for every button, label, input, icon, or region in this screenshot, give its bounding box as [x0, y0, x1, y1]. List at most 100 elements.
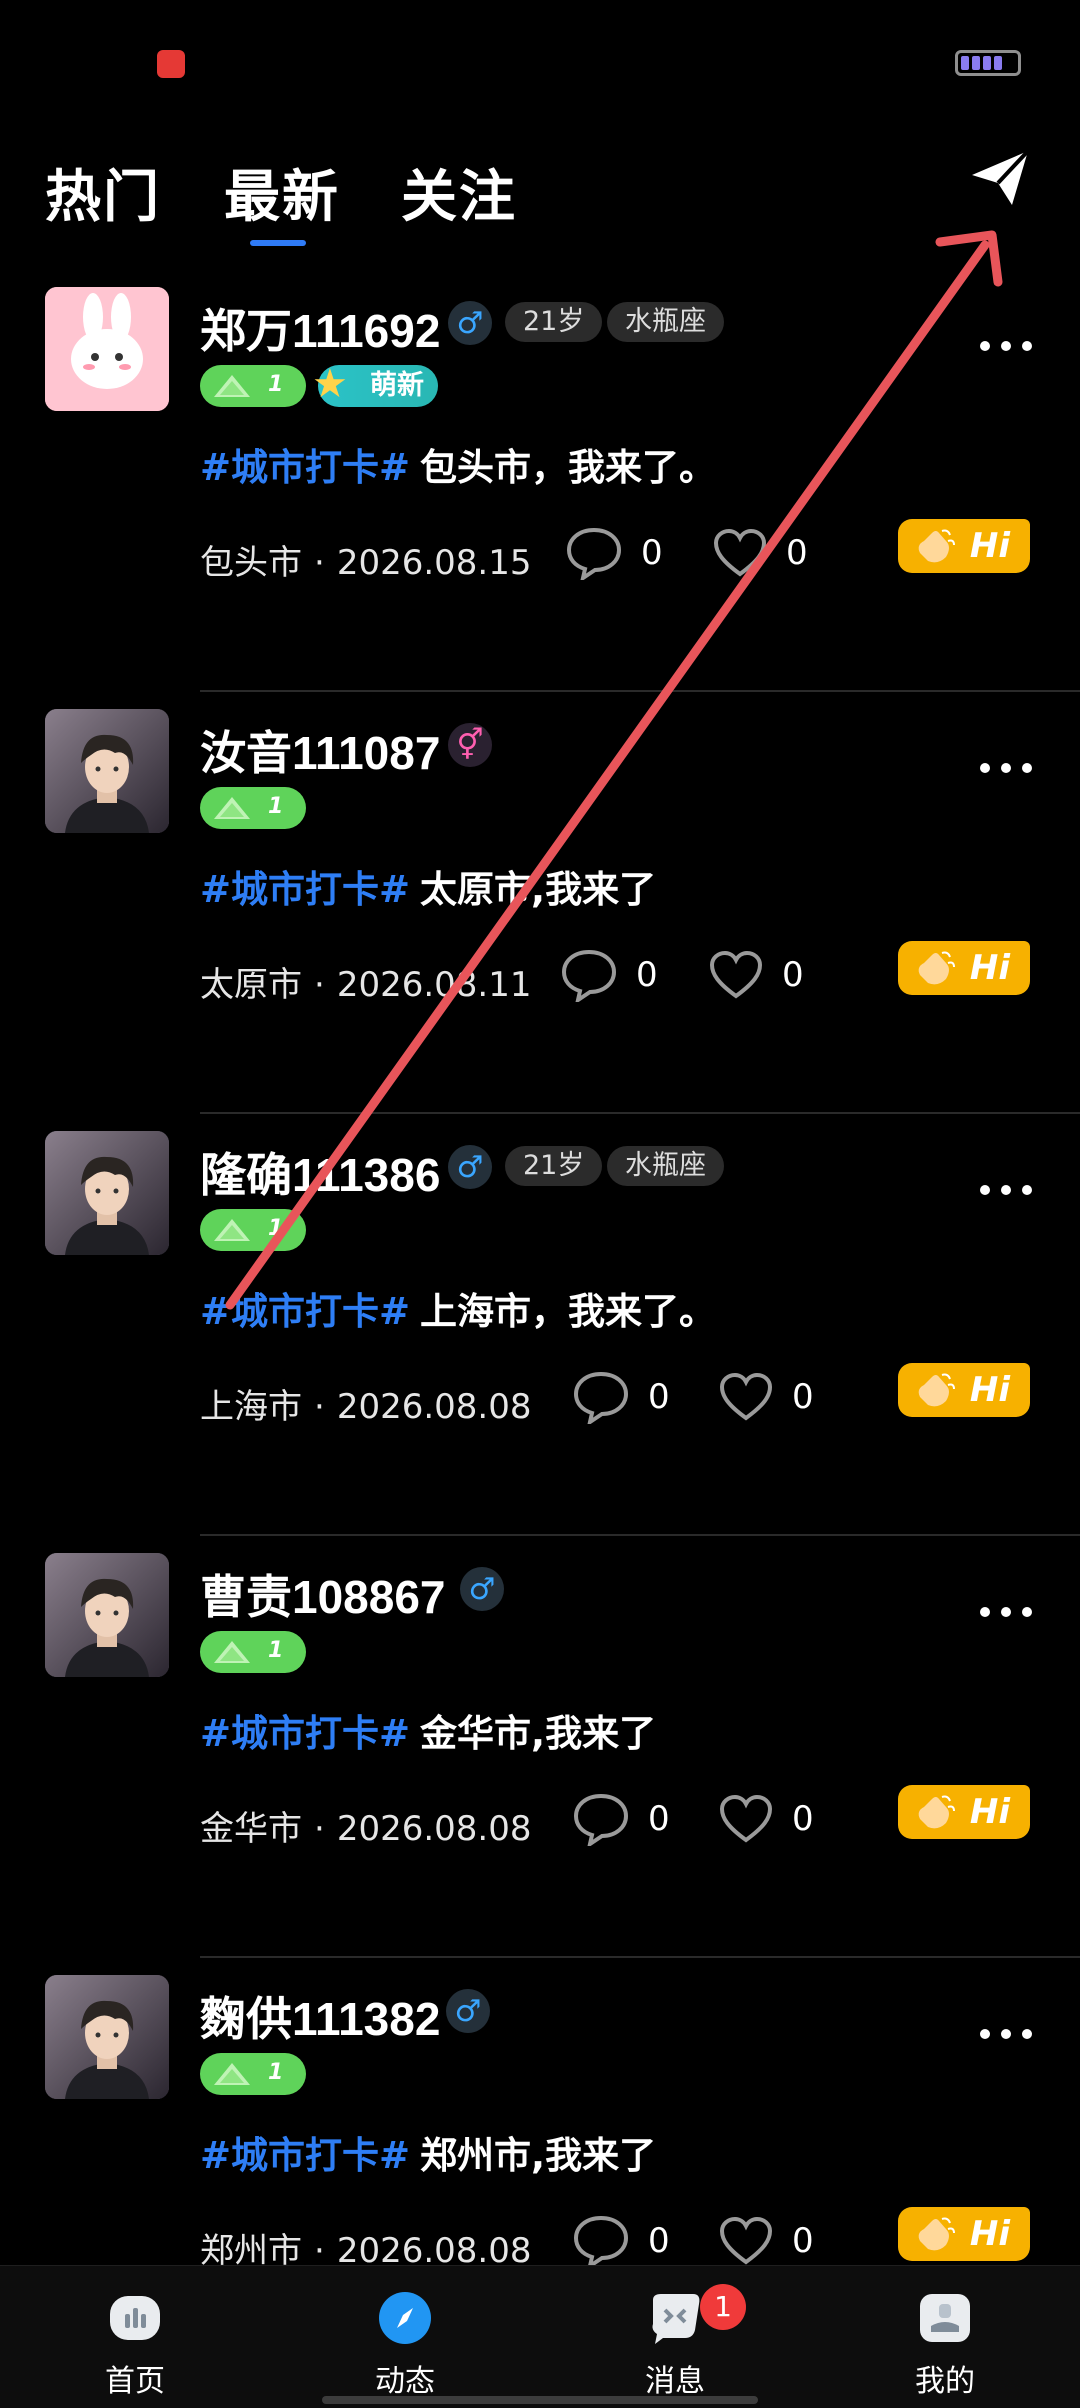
heart-icon — [719, 1372, 773, 1421]
male-gender-icon: ♂ — [460, 1567, 504, 1611]
post-city: 上海市 — [200, 1387, 302, 1427]
hashtag-link[interactable]: #城市打卡# — [200, 1712, 410, 1755]
say-hi-button[interactable]: Hi — [898, 2207, 1030, 2261]
heart-icon — [713, 528, 767, 577]
say-hi-button[interactable]: Hi — [898, 941, 1030, 995]
heart-icon — [719, 2216, 773, 2265]
compass-icon — [379, 2292, 431, 2344]
post-content[interactable]: #城市打卡# 太原市,我来了 — [200, 859, 656, 913]
avatar[interactable] — [45, 287, 169, 411]
nav-home[interactable]: 首页 — [0, 2266, 270, 2408]
like-button[interactable]: 0 — [718, 2211, 814, 2271]
more-options-icon[interactable] — [980, 1179, 1032, 1201]
like-button[interactable]: 0 — [718, 1789, 814, 1849]
notification-app-icon — [157, 50, 185, 78]
nav-messages[interactable]: 1 消息 — [540, 2266, 810, 2408]
waving-hand-icon — [918, 529, 955, 563]
zodiac-chip: 水瓶座 — [607, 302, 724, 342]
post-item[interactable]: 隆确111386 ♂ 21岁 水瓶座 1 #城市打卡# 上海市，我来了。 上海市 · 2026.0… — [0, 1131, 1080, 1553]
battery-icon — [955, 50, 1021, 76]
comment-icon — [573, 1793, 629, 1846]
more-options-icon[interactable] — [980, 1601, 1032, 1623]
level-badge: 1 — [200, 787, 306, 829]
meta-separator: · — [314, 1387, 325, 1427]
hashtag-link[interactable]: #城市打卡# — [200, 868, 410, 911]
like-button[interactable]: 0 — [718, 1367, 814, 1427]
more-options-icon[interactable] — [980, 757, 1032, 779]
post-text: 太原市,我来了 — [420, 868, 657, 911]
comment-count: 0 — [636, 955, 658, 995]
username[interactable]: 麴供111382 — [200, 1983, 440, 2049]
meta-separator: · — [314, 1809, 325, 1849]
hashtag-link[interactable]: #城市打卡# — [200, 446, 410, 489]
more-options-icon[interactable] — [980, 335, 1032, 357]
tab-latest[interactable]: 最新 — [224, 152, 340, 233]
comment-button[interactable]: 0 — [560, 945, 658, 1005]
post-meta: 太原市 · 2026.08.11 — [200, 957, 531, 1006]
post-text: 上海市，我来了。 — [420, 1290, 717, 1333]
hi-label: Hi — [969, 2214, 1010, 2254]
post-content[interactable]: #城市打卡# 包头市，我来了。 — [200, 437, 716, 491]
tab-following[interactable]: 关注 — [401, 152, 517, 233]
nav-profile-label: 我的 — [915, 2364, 975, 2399]
level-badge: 1 — [200, 2053, 306, 2095]
comment-button[interactable]: 0 — [572, 1789, 670, 1849]
comment-icon — [573, 1371, 629, 1424]
post-date: 2026.08.11 — [336, 965, 532, 1005]
username[interactable]: 隆确111386 — [200, 1139, 440, 1205]
nav-profile[interactable]: 我的 — [810, 2266, 1080, 2408]
nav-moments[interactable]: 动态 — [270, 2266, 540, 2408]
username[interactable]: 郑万111692 — [200, 295, 440, 361]
home-indicator — [322, 2396, 758, 2404]
comment-button[interactable]: 0 — [572, 2211, 670, 2271]
say-hi-button[interactable]: Hi — [898, 1363, 1030, 1417]
like-count: 0 — [792, 1799, 814, 1839]
bottom-navigation: 首页 动态 1 消息 我的 — [0, 2265, 1080, 2408]
waving-hand-icon — [918, 951, 955, 985]
comment-button[interactable]: 0 — [565, 523, 663, 583]
age-chip: 21岁 — [505, 302, 603, 342]
comment-icon — [566, 527, 622, 580]
comment-button[interactable]: 0 — [572, 1367, 670, 1427]
level-number: 1 — [268, 1638, 284, 1663]
more-options-icon[interactable] — [980, 2023, 1032, 2045]
username[interactable]: 汝音111087 — [200, 717, 440, 783]
like-count: 0 — [786, 533, 808, 573]
tab-hot[interactable]: 热门 — [45, 152, 161, 233]
level-triangle-icon — [214, 2063, 250, 2085]
post-text: 包头市，我来了。 — [420, 446, 717, 489]
post-content[interactable]: #城市打卡# 金华市,我来了 — [200, 1703, 656, 1757]
profile-icon — [920, 2294, 970, 2342]
post-divider — [200, 690, 1080, 692]
say-hi-button[interactable]: Hi — [898, 519, 1030, 573]
nav-home-label: 首页 — [105, 2364, 165, 2399]
hashtag-link[interactable]: #城市打卡# — [200, 1290, 410, 1333]
avatar[interactable] — [45, 709, 169, 833]
post-meta: 包头市 · 2026.08.15 — [200, 535, 531, 584]
post-item[interactable]: 郑万111692 ♂ 21岁 水瓶座 1 ★ 萌新 #城市打卡# 包头市，我来了。 包头市 · 202… — [0, 287, 1080, 709]
comment-count: 0 — [641, 533, 663, 573]
post-content[interactable]: #城市打卡# 上海市，我来了。 — [200, 1281, 716, 1335]
avatar[interactable] — [45, 1131, 169, 1255]
hi-label: Hi — [969, 526, 1010, 566]
comment-icon — [573, 2215, 629, 2268]
level-triangle-icon — [214, 375, 250, 397]
post-item[interactable]: 汝音111087 ⚥ 1 #城市打卡# 太原市,我来了 太原市 · 2026.08.11 0 0 H… — [0, 709, 1080, 1131]
star-icon: ★ — [312, 361, 348, 407]
post-city: 包头市 — [200, 543, 302, 583]
like-button[interactable]: 0 — [708, 945, 804, 1005]
messages-unread-badge: 1 — [700, 2284, 746, 2330]
post-item[interactable]: 曹责108867 ♂ 1 #城市打卡# 金华市,我来了 金华市 · 2026.08.08 0 0 H… — [0, 1553, 1080, 1975]
level-badge: 1 — [200, 365, 306, 407]
active-tab-indicator — [250, 240, 306, 246]
avatar[interactable] — [45, 1975, 169, 2099]
like-button[interactable]: 0 — [712, 523, 808, 583]
post-content[interactable]: #城市打卡# 郑州市,我来了 — [200, 2125, 656, 2179]
paper-plane-icon[interactable] — [968, 145, 1032, 209]
level-badge: 1 — [200, 1631, 306, 1673]
hashtag-link[interactable]: #城市打卡# — [200, 2134, 410, 2177]
avatar[interactable] — [45, 1553, 169, 1677]
username[interactable]: 曹责108867 — [200, 1561, 446, 1627]
say-hi-button[interactable]: Hi — [898, 1785, 1030, 1839]
meta-separator: · — [314, 543, 325, 583]
